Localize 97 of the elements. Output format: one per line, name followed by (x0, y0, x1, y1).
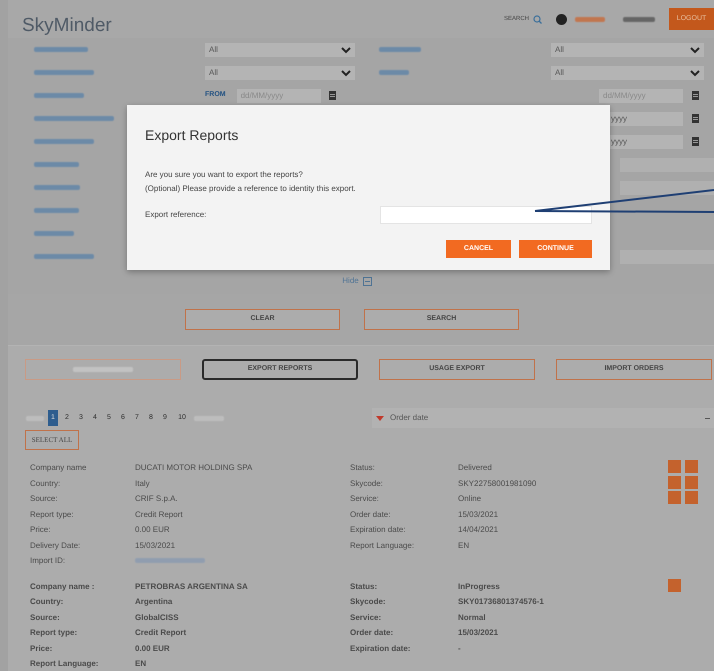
blurred-label (34, 70, 94, 75)
field-value: Normal (458, 612, 487, 624)
field-label: Order date: (350, 508, 392, 520)
field-label: Price: (30, 524, 52, 536)
field-label: Company name : (30, 580, 96, 593)
calendar-icon[interactable] (691, 90, 700, 101)
select-field[interactable]: All (205, 42, 355, 56)
action-icon[interactable] (668, 578, 681, 592)
chevron-icon (341, 46, 351, 54)
blurred-label (575, 16, 605, 22)
field-value: Credit Report (135, 508, 184, 521)
blurred-label (135, 558, 205, 563)
chevron-icon (690, 46, 700, 54)
field-value: CRIF S.p.A. (135, 493, 179, 505)
blurred-label (379, 47, 421, 52)
field-label: Skycode: (350, 478, 384, 490)
field-value: Delivered (458, 462, 493, 474)
blurred-label (623, 16, 655, 22)
action-icon[interactable] (685, 476, 698, 488)
blurred-label (34, 139, 94, 144)
modal-text: Are you sure you want to export the reports? (145, 170, 303, 179)
select-field[interactable]: All (551, 66, 704, 80)
field-label: Service: (350, 493, 380, 505)
field-value: GlobalCISS (135, 612, 180, 624)
field-label: Report Language: (30, 658, 100, 670)
blurred-label (34, 231, 74, 236)
field-label: Import ID: (30, 555, 66, 567)
field-value: SKY01736801374576-1 (458, 596, 545, 608)
blurred-label (34, 47, 88, 52)
sort-label: Order date (390, 412, 428, 424)
modal-text: (Optional) Please provide a reference to identity this export. (145, 184, 356, 193)
calendar-icon[interactable] (328, 90, 337, 101)
search-icon[interactable] (533, 14, 542, 24)
field-value: 0.00 EUR (135, 642, 171, 654)
sort-icon (376, 416, 384, 420)
field-label: Delivery Date: (30, 540, 82, 552)
field-value: Argentina (135, 596, 174, 608)
field-value: 15/03/2021 (458, 627, 500, 639)
modal-title: Export Reports (145, 126, 240, 145)
field-label: Skycode: (350, 596, 387, 608)
action-icon[interactable] (668, 460, 681, 473)
select-field[interactable]: All (551, 42, 704, 56)
field-value: DUCATI MOTOR HOLDING SPA (135, 462, 254, 474)
calendar-icon[interactable] (691, 136, 700, 147)
field-label: Country: (30, 596, 64, 608)
text-field[interactable] (620, 180, 714, 194)
field-value: SKY22758001981090 (458, 478, 538, 490)
sort-select[interactable]: Order date (372, 408, 714, 428)
action-icon[interactable] (685, 460, 698, 473)
field-value: Online (458, 493, 482, 505)
field-label: Report type: (30, 508, 75, 521)
action-icon[interactable] (685, 491, 698, 504)
logo[interactable]: SkyMinder (22, 12, 112, 40)
chevron-icon (690, 68, 700, 76)
field-label: Source: (30, 493, 59, 505)
field-label: Status: (350, 580, 378, 592)
avatar-icon[interactable] (556, 14, 567, 24)
field-value: EN (135, 658, 148, 670)
field-label: Status: (350, 462, 376, 474)
field-label: Expiration date: (350, 642, 412, 655)
field-label: Report Language: (350, 540, 416, 552)
field-value: 0.00 EUR (135, 524, 171, 536)
field-label: Price: (30, 642, 54, 654)
blurred-label (34, 185, 80, 190)
field-value: 14/04/2021 (458, 524, 500, 536)
chevron-icon (341, 68, 351, 76)
select-value: All (209, 44, 218, 56)
field-label: Service: (350, 612, 382, 624)
action-icon[interactable] (668, 476, 681, 488)
field-value: Credit Report (135, 627, 188, 639)
select-value: All (209, 66, 218, 78)
select-field[interactable]: All (205, 66, 355, 80)
blurred-label (34, 254, 94, 259)
field-label: Country: (30, 478, 62, 490)
select-value: All (555, 44, 564, 56)
field-label: Export reference: (145, 209, 206, 221)
blurred-label (379, 70, 409, 75)
field-label: Report type: (30, 627, 78, 639)
collapse-icon[interactable] (362, 276, 372, 286)
field-value: - (458, 642, 462, 654)
field-value: 15/03/2021 (135, 540, 176, 552)
blurred-label (34, 162, 79, 167)
field-value: InProgress (458, 580, 501, 593)
field-label: Order date: (350, 627, 394, 639)
field-value: 15/03/2021 (458, 508, 500, 520)
field-value: EN (458, 540, 470, 552)
calendar-icon[interactable] (691, 113, 700, 124)
select-value: All (555, 66, 564, 78)
field-label: Expiration date: (350, 524, 407, 536)
export-reference-field[interactable] (380, 206, 592, 224)
blurred-label (34, 93, 84, 98)
field-label: Source: (30, 612, 61, 624)
blurred-label (34, 208, 79, 213)
field-label: Company name (30, 462, 88, 474)
field-value: PETROBRAS ARGENTINA SA (135, 580, 249, 592)
field-value: Italy (135, 478, 151, 490)
action-icon[interactable] (668, 491, 681, 504)
